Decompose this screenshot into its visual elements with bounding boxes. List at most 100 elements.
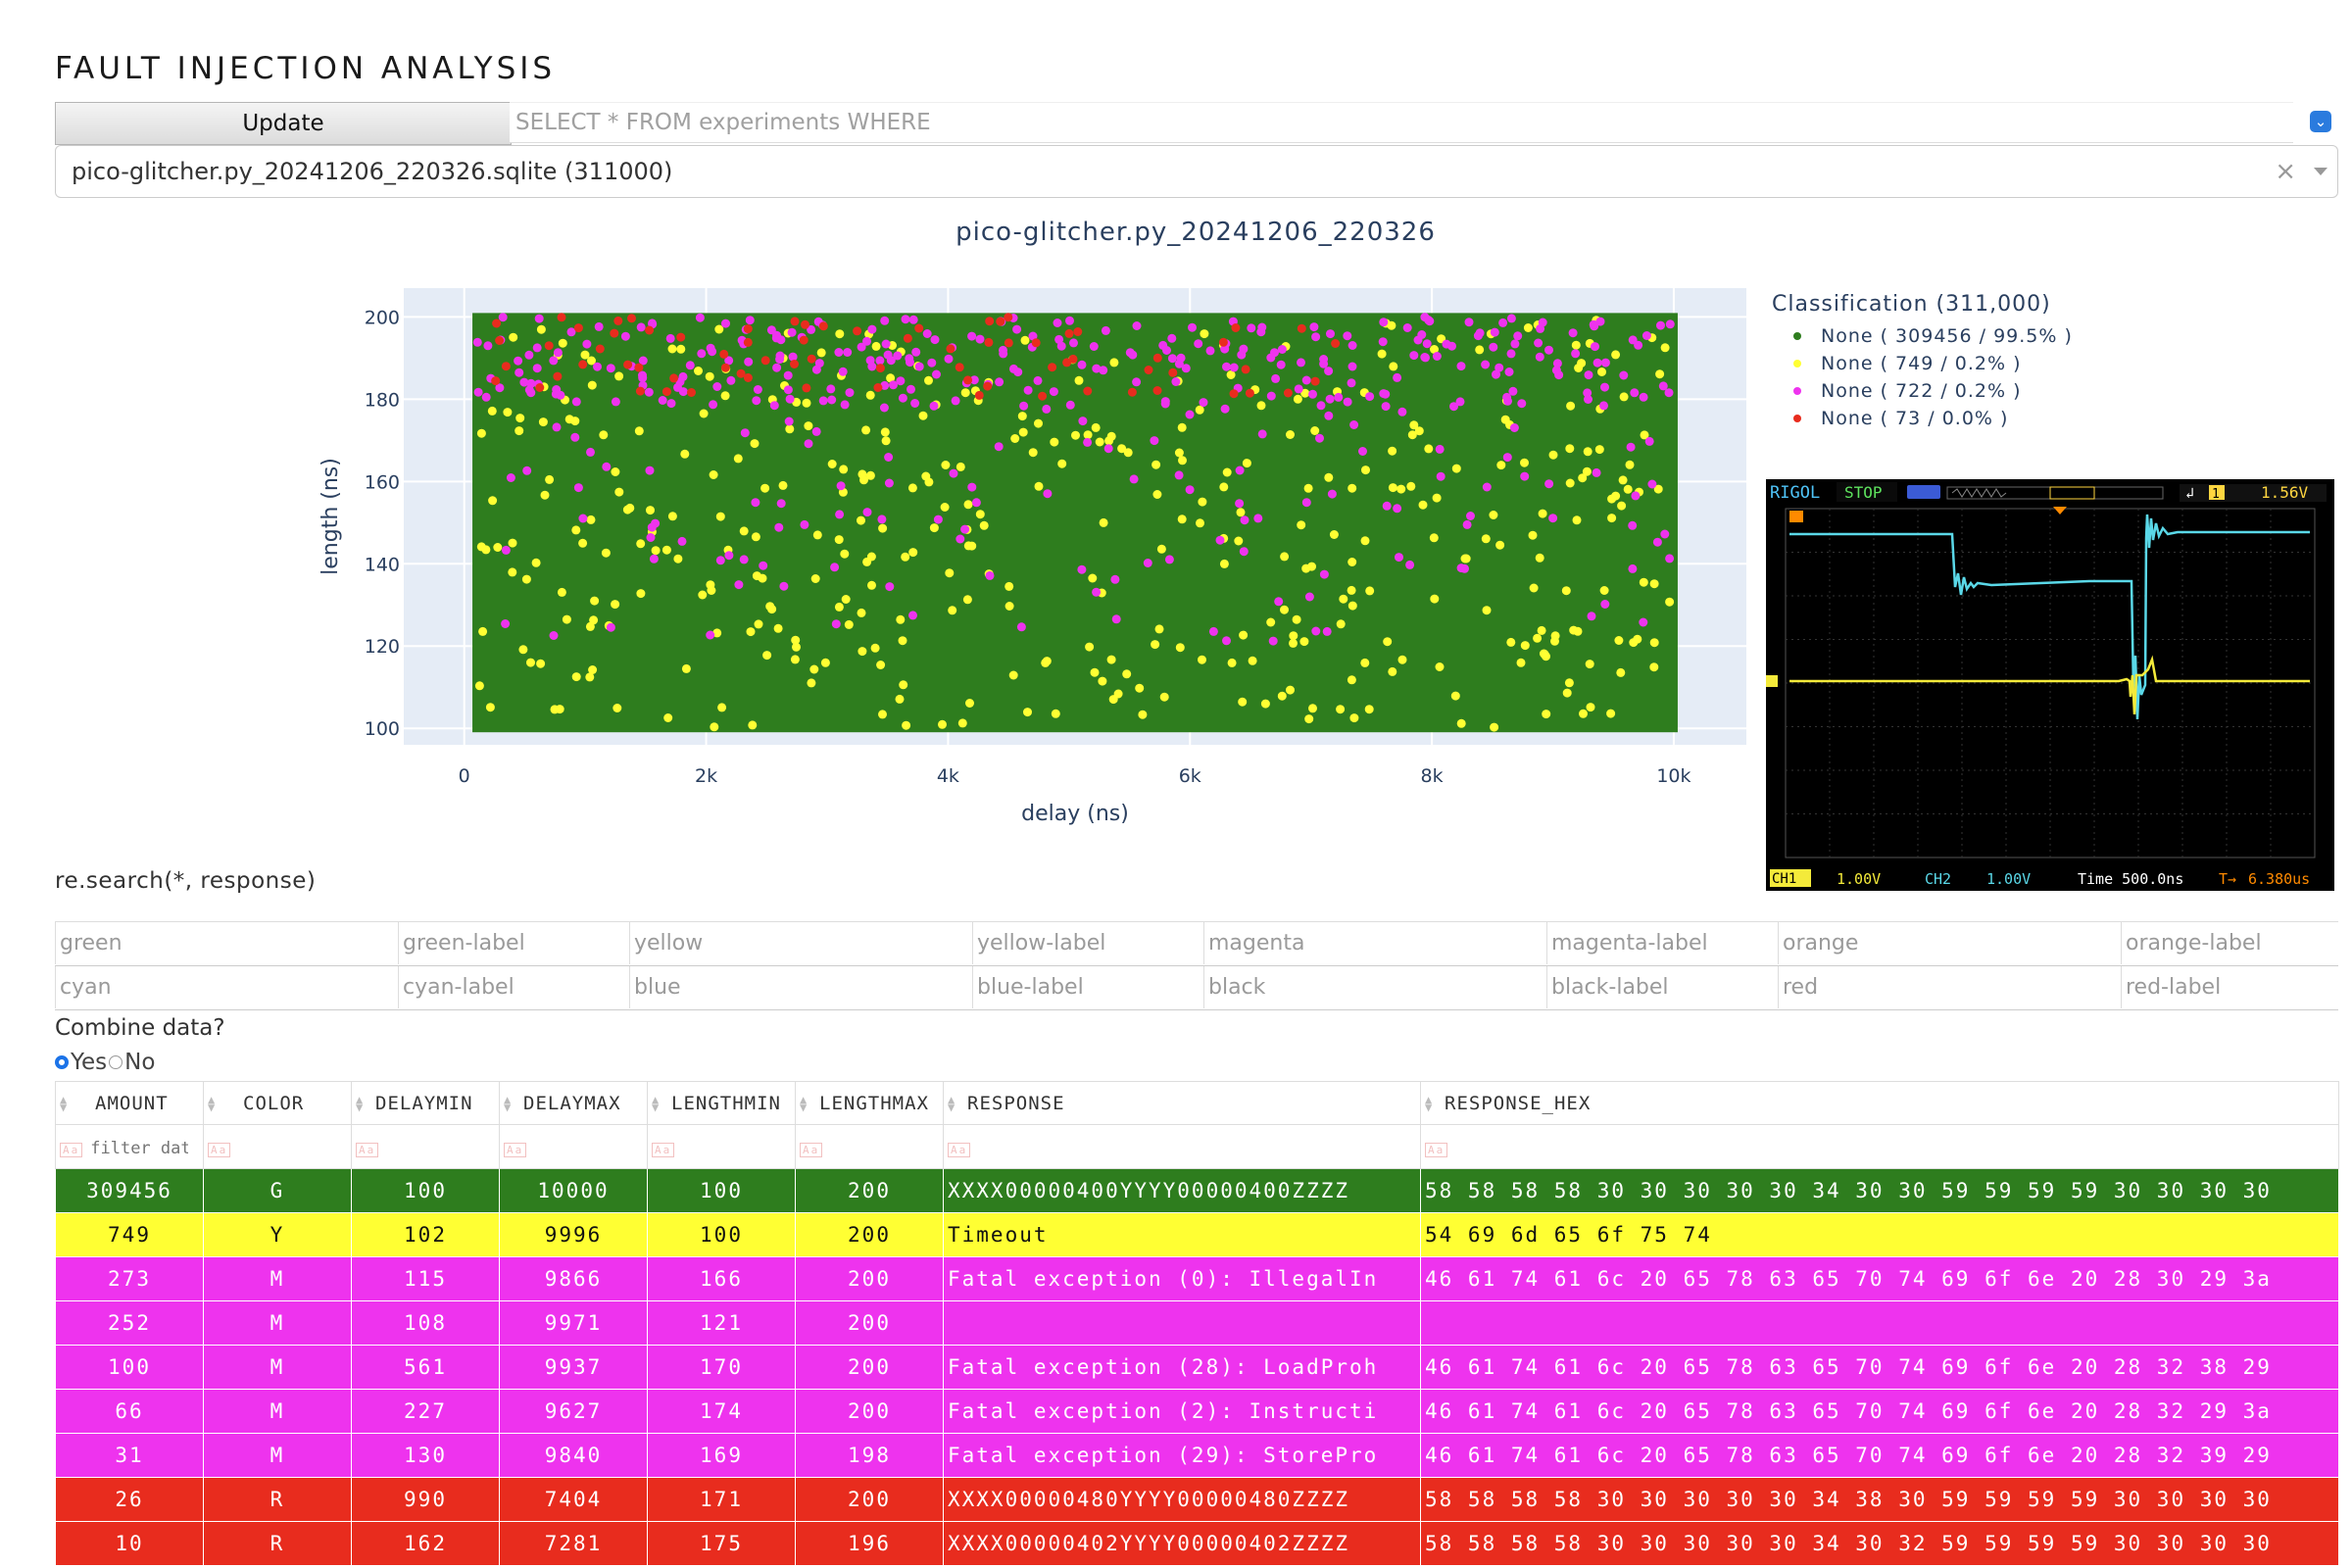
- yellow-input[interactable]: [629, 922, 972, 964]
- series-M-point: [1167, 354, 1177, 364]
- series-M-point: [1481, 360, 1491, 369]
- red-label-input[interactable]: [2121, 966, 2338, 1008]
- black-input[interactable]: [1203, 966, 1546, 1008]
- table-row[interactable]: 31 M 130 9840 169 198 Fatal exception (29): St…: [55, 1433, 2339, 1478]
- series-Y-point: [699, 409, 709, 418]
- series-R-point: [873, 383, 883, 392]
- series-Y-point: [1649, 662, 1659, 672]
- green-label-input[interactable]: [398, 922, 629, 964]
- series-Y-point: [898, 636, 907, 646]
- cell-response_hex: 58 58 58 58 30 30 30 30 30 34 30 32 59 5…: [1420, 1521, 2339, 1566]
- series-Y-point: [1607, 494, 1617, 504]
- filter-input-amount[interactable]: [88, 1137, 191, 1159]
- series-Y-point: [578, 538, 588, 548]
- table-row[interactable]: 273 M 115 9866 166 200 Fatal exception (0): Il…: [55, 1256, 2339, 1301]
- scatter-chart[interactable]: 0 2k 4k 6k 8k 10k 100 120 140 160 180 200 delay (ns…: [0, 0, 1754, 833]
- series-M-point: [1498, 318, 1508, 327]
- series-Y-point: [1289, 631, 1298, 641]
- series-Y-point: [1277, 691, 1287, 701]
- case-sensitive-icon[interactable]: Aa: [1425, 1143, 1448, 1157]
- column-header-delaymax[interactable]: ▲ ▼ DELAYMAX: [499, 1081, 648, 1125]
- cyan-label-input[interactable]: [398, 966, 629, 1008]
- table-row[interactable]: 100 M 561 9937 170 200 Fatal exception (28): L…: [55, 1345, 2339, 1390]
- table-header-row: ▲ ▼ AMOUNT ▲ ▼ COLOR ▲ ▼ DELAYMIN ▲ ▼ DELAYMAX ▲ ▼ LEN…: [55, 1081, 2339, 1125]
- blue-input[interactable]: [629, 966, 972, 1008]
- table-row[interactable]: 66 M 227 9627 174 200 Fatal exception (2): Ins…: [55, 1389, 2339, 1434]
- series-Y-point: [751, 532, 760, 542]
- case-sensitive-icon[interactable]: Aa: [800, 1143, 823, 1157]
- series-M-point: [1665, 319, 1675, 329]
- table-row[interactable]: 309456 G 100 10000 100 200 XXXX00000400YYYY000…: [55, 1168, 2339, 1213]
- magenta-input[interactable]: [1203, 922, 1546, 964]
- cell-delaymax: 7404: [499, 1477, 648, 1522]
- case-sensitive-icon[interactable]: Aa: [948, 1143, 971, 1157]
- svg-text:↲: ↲: [2185, 484, 2194, 502]
- series-R-point: [634, 363, 644, 372]
- radio-yes[interactable]: [55, 1055, 69, 1069]
- series-Y-point: [1490, 722, 1499, 732]
- legend-item[interactable]: None ( 749 / 0.2% ): [1772, 350, 2073, 377]
- yellow-label-input[interactable]: [972, 922, 1203, 964]
- blue-label-input[interactable]: [972, 966, 1203, 1008]
- column-header-lengthmin[interactable]: ▲ ▼ LENGTHMIN: [647, 1081, 796, 1125]
- series-M-point: [1420, 353, 1430, 362]
- dropdown-arrow-icon[interactable]: [2314, 168, 2328, 175]
- table-row[interactable]: 10 R 162 7281 175 196 XXXX00000402YYYY00000402…: [55, 1521, 2339, 1566]
- column-header-response[interactable]: ▲ ▼ RESPONSE: [943, 1081, 1421, 1125]
- column-header-response_hex[interactable]: ▲ ▼ RESPONSE_HEX: [1420, 1081, 2339, 1125]
- table-row[interactable]: 26 R 990 7404 171 200 XXXX00000480YYYY00000480…: [55, 1477, 2339, 1522]
- series-Y-point: [663, 713, 673, 722]
- series-M-point: [606, 622, 615, 632]
- sort-icon[interactable]: ▲ ▼: [652, 1094, 665, 1113]
- column-header-amount[interactable]: ▲ ▼ AMOUNT: [55, 1081, 204, 1125]
- series-M-point: [1160, 399, 1170, 409]
- series-Y-point: [709, 470, 718, 479]
- sort-icon[interactable]: ▲ ▼: [208, 1094, 221, 1113]
- table-row[interactable]: 252 M 108 9971 121 200: [55, 1300, 2339, 1346]
- case-sensitive-icon[interactable]: Aa: [208, 1143, 231, 1157]
- column-header-lengthmax[interactable]: ▲ ▼ LENGTHMAX: [795, 1081, 944, 1125]
- series-Y-point: [705, 371, 714, 381]
- orange-input[interactable]: [1778, 922, 2121, 964]
- legend-item[interactable]: None ( 73 / 0.0% ): [1772, 405, 2073, 432]
- column-header-delaymin[interactable]: ▲ ▼ DELAYMIN: [351, 1081, 500, 1125]
- magenta-label-input[interactable]: [1546, 922, 1778, 964]
- orange-label-input[interactable]: [2121, 922, 2338, 964]
- series-Y-point: [485, 703, 495, 712]
- series-Y-point: [1017, 412, 1027, 421]
- series-M-point: [649, 554, 659, 564]
- series-M-point: [1324, 411, 1334, 420]
- case-sensitive-icon[interactable]: Aa: [652, 1143, 675, 1157]
- case-sensitive-icon[interactable]: Aa: [504, 1143, 527, 1157]
- series-Y-point: [1222, 467, 1232, 477]
- sort-icon[interactable]: ▲ ▼: [504, 1094, 517, 1113]
- series-M-point: [1220, 404, 1230, 414]
- chevron-down-icon[interactable]: ⌄: [2310, 111, 2331, 132]
- cyan-input[interactable]: [55, 966, 398, 1008]
- series-M-point: [1379, 318, 1389, 327]
- black-label-input[interactable]: [1546, 966, 1778, 1008]
- legend-item[interactable]: None ( 309456 / 99.5% ): [1772, 322, 2073, 350]
- column-header-color[interactable]: ▲ ▼ COLOR: [203, 1081, 352, 1125]
- sort-icon[interactable]: ▲ ▼: [356, 1094, 369, 1113]
- legend-label: None ( 749 / 0.2% ): [1821, 353, 2022, 374]
- series-Y-point: [1360, 658, 1370, 667]
- sort-icon[interactable]: ▲ ▼: [1425, 1094, 1439, 1113]
- series-R-point: [535, 383, 545, 392]
- case-sensitive-icon[interactable]: Aa: [356, 1143, 379, 1157]
- series-M-point: [1270, 348, 1279, 358]
- sort-icon[interactable]: ▲ ▼: [60, 1094, 74, 1113]
- series-M-point: [1110, 574, 1120, 584]
- series-Y-point: [698, 590, 708, 600]
- legend-marker-icon: [1793, 387, 1801, 395]
- sort-icon[interactable]: ▲ ▼: [948, 1094, 961, 1113]
- radio-no[interactable]: [109, 1055, 123, 1069]
- green-input[interactable]: [55, 922, 398, 964]
- red-input[interactable]: [1778, 966, 2121, 1008]
- table-row[interactable]: 749 Y 102 9996 100 200 Timeout 54 69 6d 65 6f 7…: [55, 1212, 2339, 1257]
- case-sensitive-icon[interactable]: Aa: [60, 1142, 83, 1157]
- legend-item[interactable]: None ( 722 / 0.2% ): [1772, 377, 2073, 405]
- sort-icon[interactable]: ▲ ▼: [800, 1094, 813, 1113]
- series-Y-point: [557, 587, 566, 597]
- clear-icon[interactable]: ×: [2275, 157, 2296, 186]
